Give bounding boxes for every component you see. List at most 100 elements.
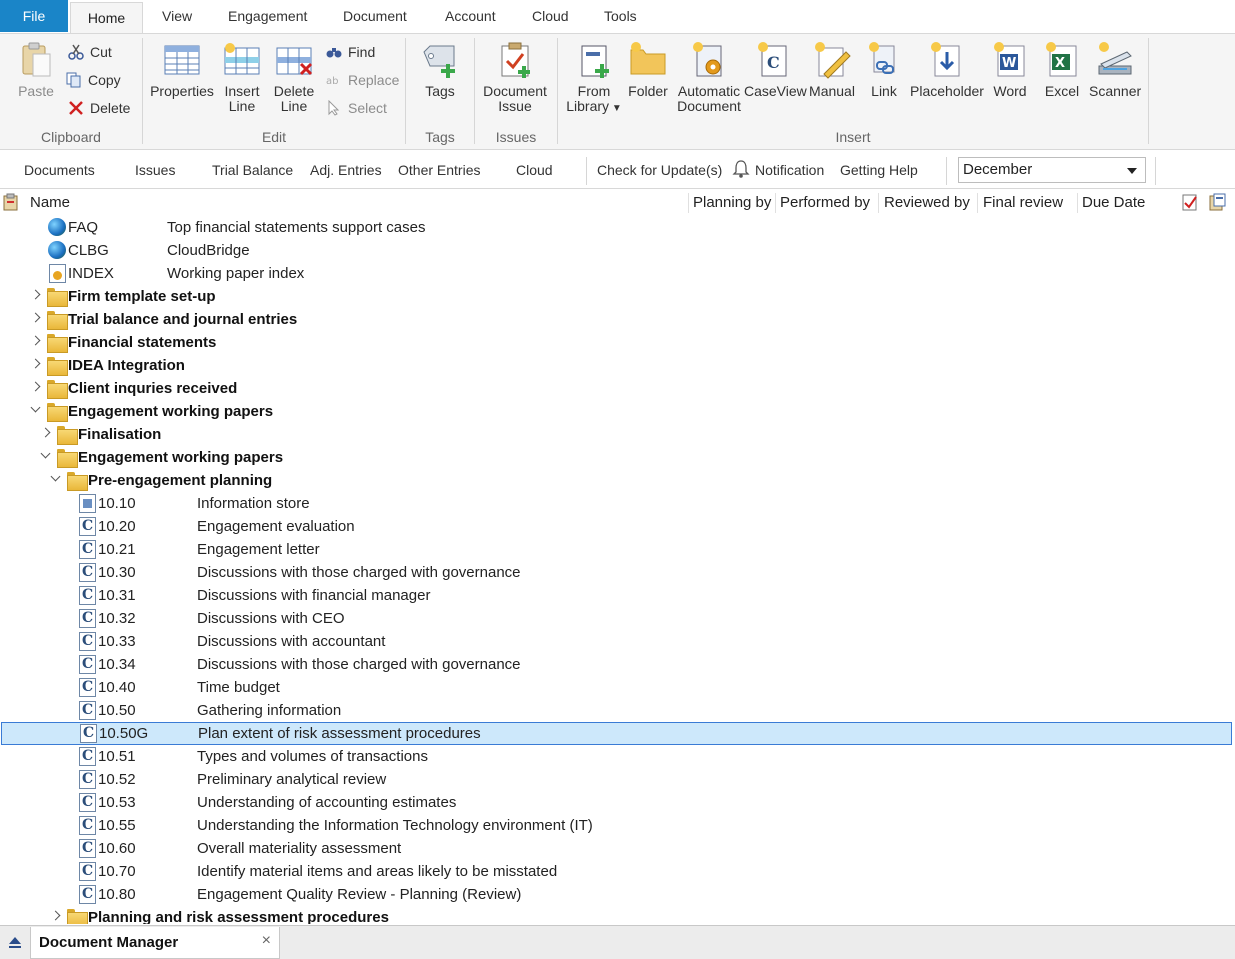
find-button[interactable]: Find [326,42,386,62]
delete-button[interactable]: Delete [68,98,130,118]
nav-adj-entries[interactable]: Adj. Entries [310,162,382,178]
nav-issues[interactable]: Issues [135,162,175,178]
review-notes-icon[interactable] [1208,193,1226,211]
tab-document[interactable]: Document [343,8,407,24]
chevron-right-icon[interactable] [30,289,42,301]
row-code: 10.20 [98,518,136,535]
nav-other-entries[interactable]: Other Entries [398,162,480,178]
replace-label: Replace [348,72,400,88]
col-final-review[interactable]: Final review [983,194,1063,211]
tab-engagement[interactable]: Engagement [228,8,307,24]
check-updates-button[interactable]: Check for Update(s) [597,162,722,178]
tree-document-row[interactable]: 10.60 Overall materiality assessment [0,837,1235,860]
document-issue-button[interactable]: Document Issue [482,40,548,114]
cut-button[interactable]: Cut [68,42,128,62]
excel-button[interactable]: X Excel [1042,40,1082,99]
tree-document-row[interactable]: 10.40 Time budget [0,676,1235,699]
tree-document-row[interactable]: 10.32 Discussions with CEO [0,607,1235,630]
replace-button[interactable]: ab Replace [326,70,400,90]
tree-document-row[interactable]: 10.20 Engagement evaluation [0,515,1235,538]
caseview-button[interactable]: C CaseView [744,40,807,99]
close-icon[interactable]: × [262,932,271,950]
tree-document-row[interactable]: 10.10 Information store [0,492,1235,515]
insert-line-button[interactable]: Insert Line [221,40,263,114]
tree-folder-row[interactable]: Trial balance and journal entries [0,308,1235,331]
getting-help-button[interactable]: Getting Help [840,162,918,178]
chevron-right-icon[interactable] [50,910,62,922]
col-name[interactable]: Name [30,194,70,211]
delete-line-button[interactable]: Delete Line [271,40,317,114]
tree-folder-row[interactable]: Finalisation [0,423,1235,446]
nav-cloud[interactable]: Cloud [516,162,553,178]
tree-folder-row-expanded[interactable]: Engagement working papers [0,400,1235,423]
paste-button[interactable]: Paste [14,40,58,99]
column-separator [878,193,879,213]
properties-button[interactable]: Properties [150,40,214,99]
tree-document-row[interactable]: 10.50 Gathering information [0,699,1235,722]
tree-folder-row-expanded[interactable]: Pre-engagement planning [0,469,1235,492]
document-manager-tab[interactable]: Document Manager × [30,927,280,959]
tree-document-row[interactable]: 10.53 Understanding of accounting estima… [0,791,1235,814]
tree-document-row[interactable]: 10.33 Discussions with accountant [0,630,1235,653]
tree-folder-row[interactable]: Firm template set-up [0,285,1235,308]
tab-view[interactable]: View [162,8,192,24]
copy-button[interactable]: Copy [66,70,128,90]
tree-row-faq[interactable]: FAQ Top financial statements support cas… [0,216,1235,239]
chevron-down-icon[interactable] [30,404,42,416]
tab-account[interactable]: Account [445,8,496,24]
tree-document-row[interactable]: 10.21 Engagement letter [0,538,1235,561]
select-button[interactable]: Select [326,98,388,118]
chevron-right-icon[interactable] [30,358,42,370]
folder-button[interactable]: Folder [626,40,670,99]
notification-button[interactable]: Notification [755,162,824,178]
chevron-right-icon[interactable] [40,427,52,439]
tree-folder-row[interactable]: Client inquries received [0,377,1235,400]
link-button[interactable]: Link [864,40,904,99]
tree-document-row[interactable]: 10.51 Types and volumes of transactions [0,745,1235,768]
chevron-down-icon[interactable] [40,450,52,462]
scanner-button[interactable]: Scanner [1089,40,1141,99]
from-library-button[interactable]: From Library ▼ [565,40,623,116]
nav-documents[interactable]: Documents [24,162,95,178]
caseview-doc-icon [79,747,96,766]
tree-document-row[interactable]: 10.55 Understanding the Information Tech… [0,814,1235,837]
tree-folder-row[interactable]: Financial statements [0,331,1235,354]
tab-home[interactable]: Home [70,2,143,34]
manual-button[interactable]: Manual [808,40,856,99]
col-performed-by[interactable]: Performed by [780,194,870,211]
edit-group-label: Edit [261,129,287,145]
tree-document-row[interactable]: 10.80 Engagement Quality Review - Planni… [0,883,1235,906]
chevron-right-icon[interactable] [30,381,42,393]
tree-document-row-selected[interactable]: 10.50G Plan extent of risk assessment pr… [1,722,1232,745]
placeholder-button[interactable]: Placeholder [910,40,984,99]
nav-trial-balance[interactable]: Trial Balance [212,162,293,178]
tags-button[interactable]: Tags [418,40,462,99]
col-due-date[interactable]: Due Date [1082,194,1145,211]
signoff-icon[interactable] [1181,193,1199,211]
tree-document-row[interactable]: 10.34 Discussions with those charged wit… [0,653,1235,676]
automatic-document-button[interactable]: Automatic Document [676,40,742,114]
tree-row-clbg[interactable]: CLBG CloudBridge [0,239,1235,262]
tree-document-row[interactable]: 10.30 Discussions with those charged wit… [0,561,1235,584]
tab-file[interactable]: File [0,0,68,32]
tab-cloud[interactable]: Cloud [532,8,569,24]
tree-document-row[interactable]: 10.52 Preliminary analytical review [0,768,1235,791]
tree-folder-row[interactable]: Planning and risk assessment procedures [0,906,1235,924]
word-button[interactable]: W Word [990,40,1030,99]
eject-icon[interactable] [8,935,22,949]
chevron-down-icon[interactable] [50,473,62,485]
tree-folder-row[interactable]: IDEA Integration [0,354,1235,377]
tab-tools[interactable]: Tools [604,8,637,24]
tree-folder-row-expanded[interactable]: Engagement working papers [0,446,1235,469]
col-planning-by[interactable]: Planning by [693,194,771,211]
folder-name: Financial statements [68,334,217,351]
row-code: 10.80 [98,886,136,903]
tree-document-row[interactable]: 10.70 Identify material items and areas … [0,860,1235,883]
col-reviewed-by[interactable]: Reviewed by [884,194,970,211]
period-select[interactable]: December [958,157,1146,183]
tree-document-row[interactable]: 10.31 Discussions with financial manager [0,584,1235,607]
chevron-right-icon[interactable] [30,312,42,324]
chevron-right-icon[interactable] [30,335,42,347]
tree-row-index[interactable]: INDEX Working paper index [0,262,1235,285]
folder-icon [57,426,78,445]
